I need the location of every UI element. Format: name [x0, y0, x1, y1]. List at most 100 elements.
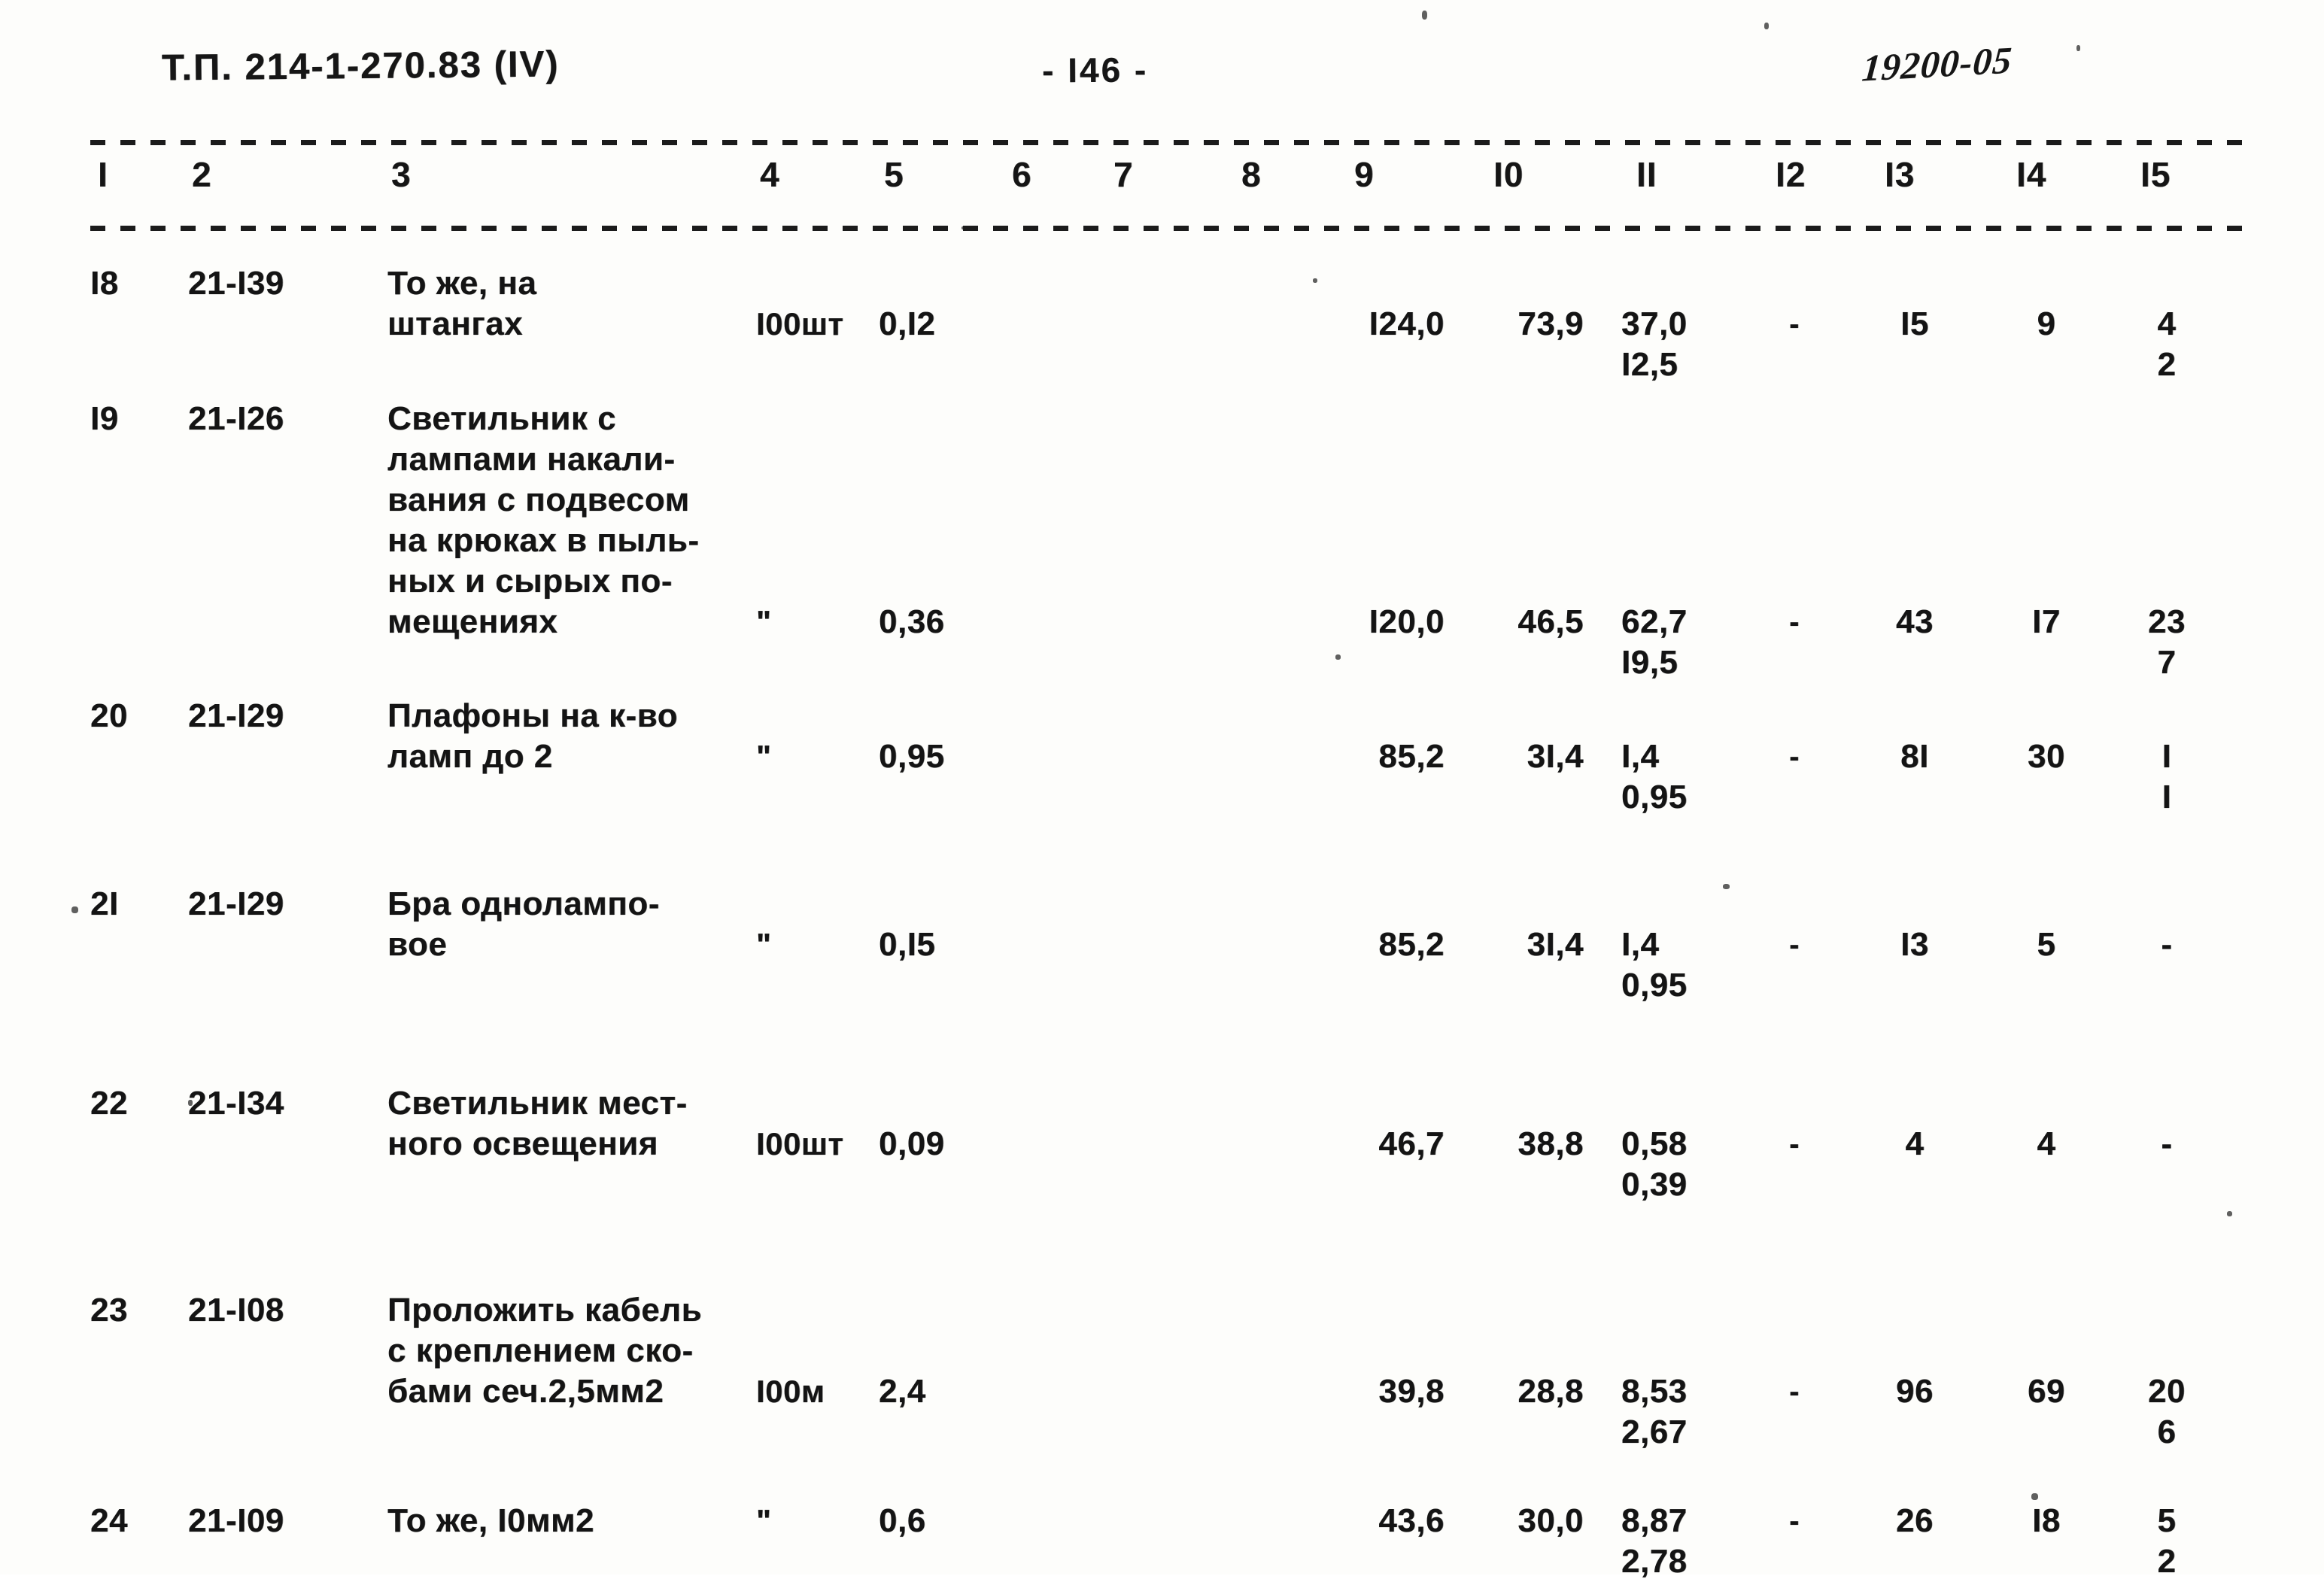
- column-15-lower: 7: [2157, 644, 2177, 681]
- column-11-lower: 0,95: [1621, 967, 1688, 1004]
- column-number-row: I 2 3 4 5 6 7 8 9 I0 II I2 I3 I4 I5: [0, 154, 2324, 207]
- column-11-upper: I,4: [1621, 926, 1660, 963]
- description-line: ных и сырых по-: [387, 563, 673, 600]
- stamp-code: 19200-05: [1860, 38, 2014, 90]
- scan-speck: [1422, 11, 1427, 20]
- description-cell: Светильник мест-ного освещения: [387, 1083, 749, 1164]
- column-10-cell: 73,9: [1517, 305, 1584, 342]
- scan-speck: [1764, 23, 1769, 29]
- quantity-cell: 0,36: [879, 603, 945, 640]
- norm-code-cell: 21-I34: [188, 1085, 284, 1122]
- quantity-cell: 2,4: [879, 1373, 926, 1410]
- description-line: мещениях: [387, 603, 558, 640]
- column-15-lower: 6: [2157, 1413, 2177, 1450]
- column-number-1: I: [98, 155, 108, 194]
- column-13-cell: 43: [1896, 603, 1934, 640]
- column-number-14: I4: [2016, 155, 2047, 194]
- column-15-upper: 20: [2148, 1373, 2186, 1410]
- column-15-cell: 23 7: [2129, 602, 2204, 683]
- description-line: ламп до 2: [387, 738, 553, 775]
- column-15-cell: -: [2129, 925, 2204, 965]
- column-14-cell: 69: [2028, 1373, 2065, 1410]
- table-body: I8 21-I39 То же, на штангах I00шт 0,I2 I24,0 73…: [0, 248, 2324, 1580]
- description-line: с креплением ско-: [387, 1332, 694, 1369]
- column-11-cell: 8,87 2,78: [1621, 1501, 1734, 1582]
- description-line: То же, на: [387, 265, 537, 302]
- quantity-cell: 0,95: [879, 738, 945, 775]
- unit-cell: ": [756, 604, 772, 639]
- column-10-cell: 3I,4: [1527, 926, 1584, 963]
- table-top-rule: [90, 140, 2250, 145]
- column-13-cell: 96: [1896, 1373, 1934, 1410]
- description-cell: То же, на штангах: [387, 263, 749, 345]
- document-code: Т.П. 214-1-270.83 (IV): [161, 44, 560, 89]
- description-line: Бра однолампо-: [387, 885, 660, 922]
- column-15-lower: 2: [2157, 1543, 2177, 1580]
- column-11-upper: 0,58: [1621, 1125, 1688, 1162]
- column-number-3: 3: [391, 155, 412, 194]
- column-11-upper: 62,7: [1621, 603, 1688, 640]
- description-line: То же, I0мм2: [387, 1502, 595, 1539]
- column-14-cell: 30: [2028, 738, 2065, 775]
- column-10-cell: 46,5: [1517, 603, 1584, 640]
- column-13-cell: 4: [1905, 1125, 1925, 1162]
- column-15-cell: 42: [2129, 304, 2204, 385]
- norm-code-cell: 21-I29: [188, 697, 284, 734]
- column-15-upper: -: [2161, 1125, 2173, 1162]
- page-header: Т.П. 214-1-270.83 (IV) - I46 - 19200-05: [0, 38, 2324, 98]
- description-line: Светильник с: [387, 400, 617, 437]
- column-11-cell: 8,53 2,67: [1621, 1371, 1734, 1453]
- norm-code-cell: 21-I09: [188, 1502, 284, 1539]
- column-15-cell: II: [2129, 736, 2204, 818]
- description-line: вания с подвесом: [387, 481, 690, 518]
- unit-cell: ": [756, 927, 772, 962]
- column-13-cell: 26: [1896, 1502, 1934, 1539]
- column-11-lower: 0,95: [1621, 779, 1688, 815]
- column-13-cell: I3: [1900, 926, 1929, 963]
- row-index-cell: 23: [90, 1292, 128, 1328]
- column-15-lower: I: [2161, 779, 2172, 815]
- unit-cell: I00шт: [756, 1126, 844, 1161]
- column-number-8: 8: [1241, 155, 1262, 194]
- description-line: лампами накали-: [387, 441, 676, 478]
- column-11-cell: I,4 0,95: [1621, 736, 1734, 818]
- column-14-cell: I8: [2032, 1502, 2061, 1539]
- column-9-cell: I20,0: [1369, 603, 1445, 640]
- quantity-cell: 0,I5: [879, 926, 936, 963]
- unit-cell: I00шт: [756, 306, 844, 342]
- norm-code-cell: 21-I26: [188, 400, 284, 437]
- column-11-cell: 37,0 I2,5: [1621, 304, 1734, 385]
- unit-cell: ": [756, 739, 772, 774]
- column-14-cell: 4: [2037, 1125, 2056, 1162]
- unit-cell: ": [756, 1503, 772, 1538]
- column-15-lower: 2: [2157, 346, 2177, 383]
- column-9-cell: 85,2: [1378, 926, 1445, 963]
- column-9-cell: 39,8: [1378, 1373, 1445, 1410]
- column-11-lower: 2,78: [1621, 1543, 1688, 1580]
- column-13-cell: I5: [1900, 305, 1929, 342]
- scanned-page: Т.П. 214-1-270.83 (IV) - I46 - 19200-05 …: [0, 0, 2324, 1580]
- column-15-upper: -: [2161, 926, 2173, 963]
- column-number-2: 2: [192, 155, 212, 194]
- row-index-cell: 2I: [90, 885, 119, 922]
- description-cell: Бра однолампо-вое: [387, 884, 749, 965]
- column-15-cell: 52: [2129, 1501, 2204, 1582]
- quantity-cell: 0,I2: [879, 305, 936, 342]
- column-12-cell: -: [1789, 308, 1800, 341]
- column-12-cell: -: [1789, 740, 1800, 773]
- description-cell: То же, I0мм2: [387, 1501, 749, 1541]
- column-14-cell: 9: [2037, 305, 2056, 342]
- column-11-upper: 8,53: [1621, 1373, 1688, 1410]
- column-number-11: II: [1636, 155, 1657, 194]
- column-15-upper: 5: [2157, 1502, 2177, 1539]
- column-9-cell: 43,6: [1378, 1502, 1445, 1539]
- column-9-cell: 85,2: [1378, 738, 1445, 775]
- column-13-cell: 8I: [1900, 738, 1929, 775]
- column-12-cell: -: [1789, 928, 1800, 961]
- description-cell: Проложить кабель с креплением ско-бами се…: [387, 1290, 749, 1412]
- description-line: штангах: [387, 305, 524, 342]
- column-number-5: 5: [884, 155, 904, 194]
- column-9-cell: I24,0: [1369, 305, 1445, 342]
- column-15-cell: -: [2129, 1124, 2204, 1164]
- table-header-rule: [90, 226, 2250, 231]
